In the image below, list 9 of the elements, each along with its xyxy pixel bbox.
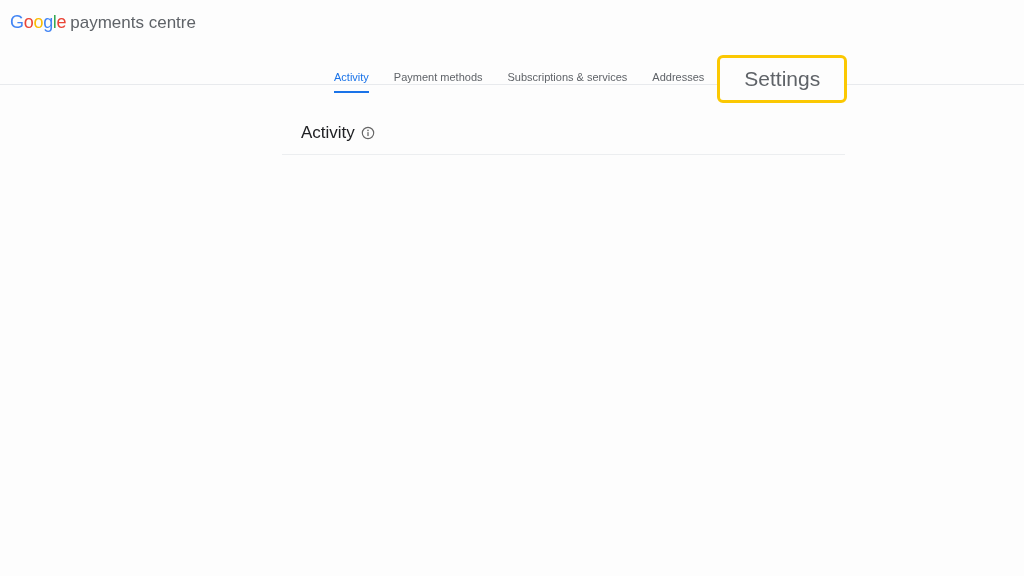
nav-tab[interactable]: Payment methods xyxy=(393,61,483,93)
google-logo: Google xyxy=(10,12,67,33)
nav-tab[interactable]: Subscriptions & services xyxy=(507,61,628,93)
info-icon[interactable] xyxy=(360,126,375,140)
nav-tab[interactable]: Settings xyxy=(717,55,848,103)
section-title: Activity xyxy=(301,123,355,143)
nav-tab[interactable]: Addresses xyxy=(652,61,705,93)
product-name: payments centre xyxy=(70,13,196,33)
nav-tab[interactable]: Activity xyxy=(334,61,369,93)
